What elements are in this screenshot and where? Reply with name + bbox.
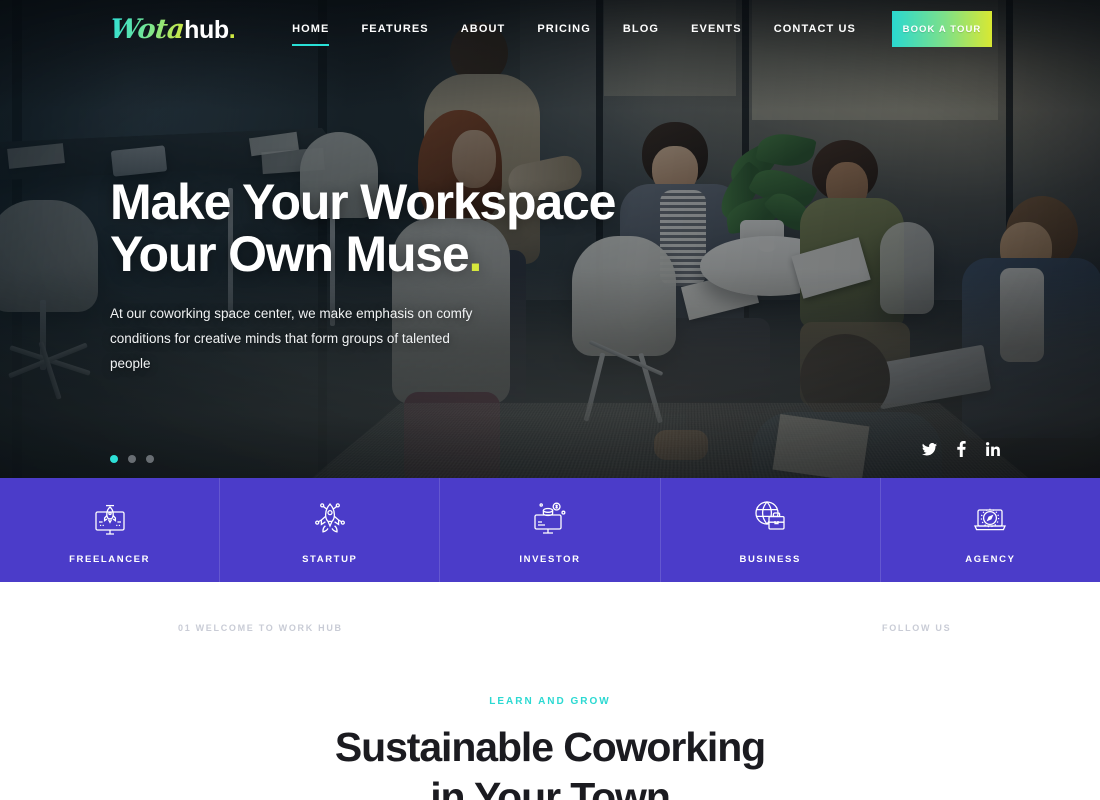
- hero-subtitle-line-1: At our coworking space center, we make e…: [110, 306, 473, 321]
- site-header: Wota hub. HOME FEATURES ABOUT PRICING BLO…: [0, 0, 1100, 58]
- service-label: BUSINESS: [739, 553, 801, 565]
- service-item-agency[interactable]: AGENCY: [881, 478, 1100, 582]
- service-label: INVESTOR: [519, 553, 581, 565]
- nav-label: ABOUT: [460, 23, 506, 35]
- service-item-business[interactable]: BUSINESS: [661, 478, 881, 582]
- hero-subtitle-line-2: conditions for creative minds that form …: [110, 330, 450, 371]
- service-item-investor[interactable]: INVESTOR: [440, 478, 661, 582]
- service-item-freelancer[interactable]: FREELANCER: [0, 478, 221, 582]
- hero-title-line-1: Make Your Workspace: [110, 174, 616, 230]
- service-label: STARTUP: [302, 553, 358, 565]
- logo-dot: .: [228, 15, 236, 44]
- welcome-section: 01 WELCOME TO WORK HUB FOLLOW US LEARN A…: [0, 582, 1100, 800]
- nav-label: FEATURES: [361, 23, 429, 35]
- nav-item-events[interactable]: EVENTS: [675, 17, 758, 41]
- nav-label: CONTACT US: [773, 23, 856, 35]
- nav-item-contact-us[interactable]: CONTACT US: [758, 17, 872, 41]
- nav-label: BLOG: [622, 23, 660, 35]
- service-label: FREELANCER: [69, 553, 151, 565]
- hero-subtitle: At our coworking space center, we make e…: [110, 302, 490, 377]
- nav-item-pricing[interactable]: PRICING: [521, 17, 607, 41]
- section-title: Sustainable Coworking in Your Town: [0, 722, 1100, 800]
- hero-title-line-2: Your Own Muse: [110, 226, 470, 282]
- site-logo[interactable]: Wota hub.: [108, 13, 236, 45]
- nav-label: EVENTS: [691, 23, 742, 35]
- section-kicker: LEARN AND GROW: [489, 696, 611, 707]
- laptop-compass-icon: [968, 496, 1012, 540]
- hero-title-dot: .: [468, 226, 483, 282]
- book-a-tour-label: BOOK A TOUR: [902, 23, 982, 35]
- globe-briefcase-icon: [748, 496, 792, 540]
- service-item-startup[interactable]: STARTUP: [220, 478, 441, 582]
- active-underline: [292, 44, 330, 46]
- section-title-line-1: Sustainable Coworking: [334, 724, 766, 770]
- rocket-network-icon: [308, 496, 352, 540]
- monitor-coins-icon: [528, 496, 572, 540]
- nav-item-about[interactable]: ABOUT: [445, 17, 522, 41]
- nav-label: PRICING: [537, 23, 591, 35]
- logo-script-text: Wota: [108, 13, 186, 45]
- service-label: AGENCY: [965, 553, 1016, 565]
- slider-dot-3[interactable]: [146, 455, 154, 463]
- landing-page: Wota hub. HOME FEATURES ABOUT PRICING BLO…: [0, 0, 1100, 800]
- facebook-icon[interactable]: [957, 441, 966, 457]
- book-a-tour-button[interactable]: BOOK A TOUR: [892, 11, 992, 47]
- hero-copy: Make Your Workspace Your Own Muse. At ou…: [110, 176, 730, 377]
- section-eyebrow-follow-us: FOLLOW US: [882, 623, 952, 633]
- nav-label: HOME: [292, 23, 330, 35]
- slider-dot-1[interactable]: [110, 455, 118, 463]
- logo-bold-text: hub: [184, 15, 229, 44]
- twitter-icon[interactable]: [922, 442, 937, 456]
- nav-item-home[interactable]: HOME: [276, 17, 345, 46]
- section-eyebrow-left: 01 WELCOME TO WORK HUB: [178, 623, 343, 633]
- slider-dot-2[interactable]: [128, 455, 136, 463]
- nav-item-features[interactable]: FEATURES: [345, 17, 444, 41]
- section-title-line-2: in Your Town: [430, 774, 671, 800]
- hero-title: Make Your Workspace Your Own Muse.: [110, 176, 730, 280]
- services-bar: FREELANCER STARTUP INVESTOR BUSINESS AGE…: [0, 478, 1100, 582]
- nav-item-blog[interactable]: BLOG: [607, 17, 675, 41]
- hero-section: Wota hub. HOME FEATURES ABOUT PRICING BLO…: [0, 0, 1100, 478]
- monitor-rocket-icon: [88, 496, 132, 540]
- slider-pagination: [110, 455, 154, 463]
- social-links: [922, 441, 1000, 457]
- main-navigation: HOME FEATURES ABOUT PRICING BLOG EVENTS: [276, 17, 872, 46]
- linkedin-icon[interactable]: [986, 442, 1000, 456]
